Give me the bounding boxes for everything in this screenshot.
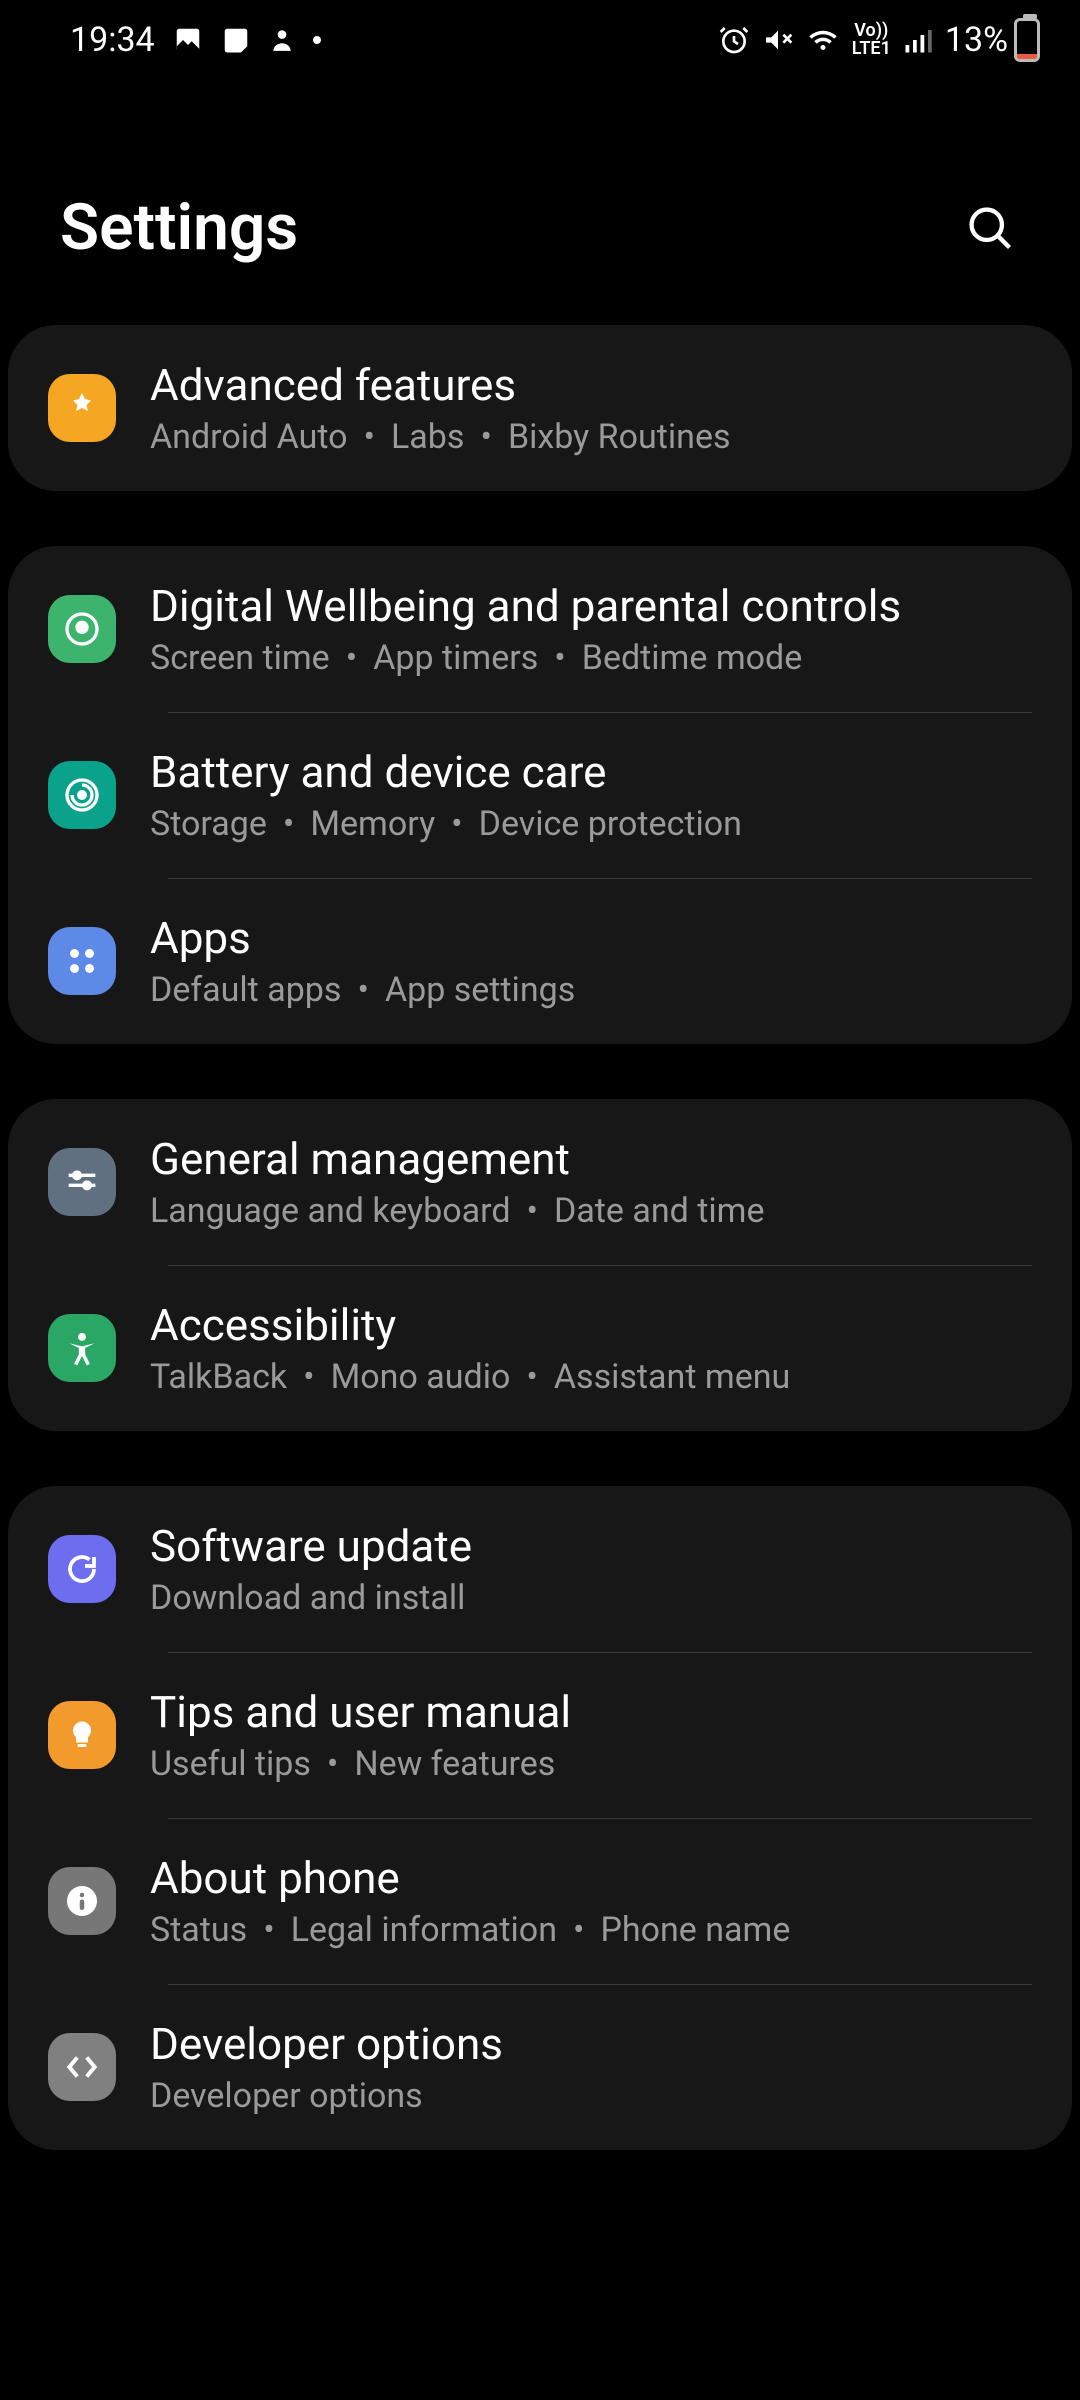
- person-icon: [269, 25, 295, 55]
- item-subtitle: Language and keyboard• Date and time: [150, 1191, 1032, 1231]
- settings-item-about-phone[interactable]: About phone Status• Legal information• P…: [8, 1818, 1072, 1984]
- item-text: Advanced features Android Auto• Labs• Bi…: [150, 359, 1032, 457]
- picture-icon: [173, 25, 203, 55]
- settings-group: Advanced features Android Auto• Labs• Bi…: [8, 325, 1072, 491]
- settings-item-general-management[interactable]: General management Language and keyboard…: [8, 1099, 1072, 1265]
- settings-item-tips[interactable]: Tips and user manual Useful tips• New fe…: [8, 1652, 1072, 1818]
- item-subtitle: Download and install: [150, 1578, 1032, 1618]
- settings-group: Digital Wellbeing and parental controls …: [8, 546, 1072, 1044]
- developer-icon: [48, 2033, 116, 2101]
- general-icon: [48, 1148, 116, 1216]
- item-subtitle: Default apps• App settings: [150, 970, 1032, 1010]
- item-subtitle: Status• Legal information• Phone name: [150, 1910, 1032, 1950]
- page-title: Settings: [60, 190, 298, 265]
- item-text: Apps Default apps• App settings: [150, 912, 1032, 1010]
- item-text: About phone Status• Legal information• P…: [150, 1852, 1032, 1950]
- settings-group: General management Language and keyboard…: [8, 1099, 1072, 1431]
- accessibility-icon: [48, 1314, 116, 1382]
- item-title: Accessibility: [150, 1299, 1032, 1351]
- search-button[interactable]: [960, 198, 1020, 258]
- settings-item-digital-wellbeing[interactable]: Digital Wellbeing and parental controls …: [8, 546, 1072, 712]
- apps-icon: [48, 927, 116, 995]
- signal-icon: [903, 25, 933, 55]
- battery-indicator: 13%: [945, 18, 1040, 62]
- item-title: Developer options: [150, 2018, 1032, 2070]
- item-subtitle: TalkBack• Mono audio• Assistant menu: [150, 1357, 1032, 1397]
- item-title: Digital Wellbeing and parental controls: [150, 580, 1032, 632]
- item-title: Software update: [150, 1520, 1032, 1572]
- status-left: 19:34: [70, 20, 321, 60]
- settings-item-developer-options[interactable]: Developer options Developer options: [8, 1984, 1072, 2150]
- search-icon: [964, 202, 1016, 254]
- item-subtitle: Android Auto• Labs• Bixby Routines: [150, 417, 1032, 457]
- item-text: Tips and user manual Useful tips• New fe…: [150, 1686, 1032, 1784]
- note-icon: [221, 25, 251, 55]
- item-text: Software update Download and install: [150, 1520, 1032, 1618]
- item-title: Tips and user manual: [150, 1686, 1032, 1738]
- item-text: General management Language and keyboard…: [150, 1133, 1032, 1231]
- volte-icon: Vo))LTE1: [852, 22, 891, 58]
- item-subtitle: Screen time• App timers• Bedtime mode: [150, 638, 1032, 678]
- item-text: Digital Wellbeing and parental controls …: [150, 580, 1032, 678]
- wellbeing-icon: [48, 595, 116, 663]
- advanced-icon: [48, 374, 116, 442]
- wifi-icon: [806, 25, 840, 55]
- update-icon: [48, 1535, 116, 1603]
- item-title: Battery and device care: [150, 746, 1032, 798]
- tips-icon: [48, 1701, 116, 1769]
- settings-item-battery-device-care[interactable]: Battery and device care Storage• Memory•…: [8, 712, 1072, 878]
- item-title: Advanced features: [150, 359, 1032, 411]
- settings-item-apps[interactable]: Apps Default apps• App settings: [8, 878, 1072, 1044]
- mute-vibrate-icon: [762, 24, 794, 56]
- alarm-icon: [718, 24, 750, 56]
- item-text: Battery and device care Storage• Memory•…: [150, 746, 1032, 844]
- item-subtitle: Useful tips• New features: [150, 1744, 1032, 1784]
- settings-item-software-update[interactable]: Software update Download and install: [8, 1486, 1072, 1652]
- item-text: Developer options Developer options: [150, 2018, 1032, 2116]
- status-right: Vo))LTE1 13%: [718, 18, 1040, 62]
- settings-list: Advanced features Android Auto• Labs• Bi…: [0, 325, 1080, 2150]
- item-subtitle: Storage• Memory• Device protection: [150, 804, 1032, 844]
- header: Settings: [0, 80, 1080, 325]
- item-subtitle: Developer options: [150, 2076, 1032, 2116]
- battery-care-icon: [48, 761, 116, 829]
- status-bar: 19:34 Vo))LTE1 13%: [0, 0, 1080, 80]
- item-title: About phone: [150, 1852, 1032, 1904]
- about-icon: [48, 1867, 116, 1935]
- item-text: Accessibility TalkBack• Mono audio• Assi…: [150, 1299, 1032, 1397]
- settings-item-accessibility[interactable]: Accessibility TalkBack• Mono audio• Assi…: [8, 1265, 1072, 1431]
- settings-group: Software update Download and install Tip…: [8, 1486, 1072, 2150]
- battery-percent: 13%: [945, 20, 1008, 60]
- notification-dot-icon: [313, 36, 321, 44]
- item-title: Apps: [150, 912, 1032, 964]
- item-title: General management: [150, 1133, 1032, 1185]
- status-time: 19:34: [70, 20, 155, 60]
- settings-item-advanced-features[interactable]: Advanced features Android Auto• Labs• Bi…: [8, 325, 1072, 491]
